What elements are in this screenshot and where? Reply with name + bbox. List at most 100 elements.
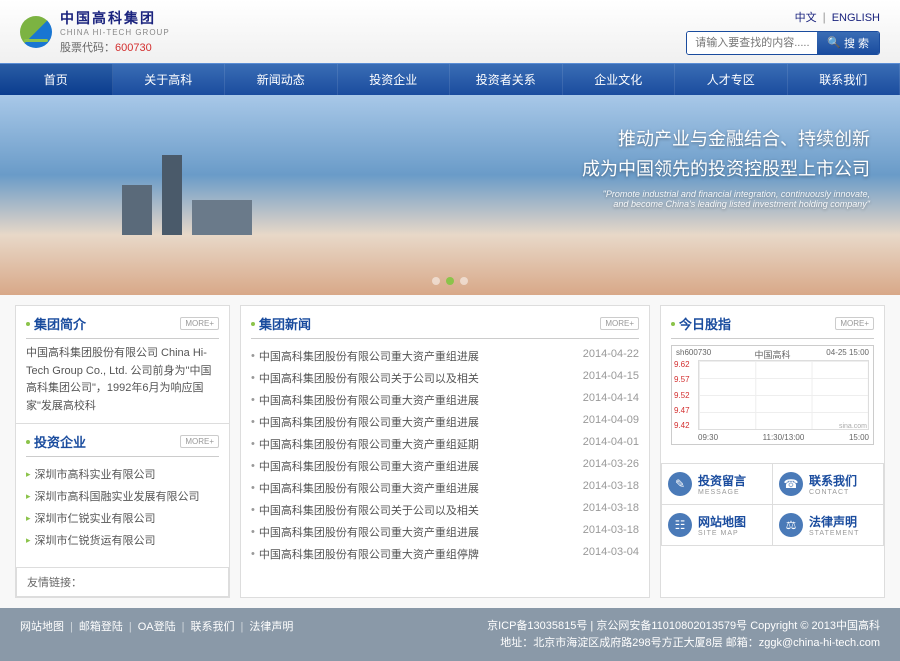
footer: 网站地图|邮箱登陆|OA登陆|联系我们|法律声明 京ICP备13035815号 … <box>0 608 900 661</box>
chart-y-axis: 9.629.579.529.479.42 <box>674 360 690 430</box>
news-item[interactable]: 中国高科集团股份有限公司重大资产重组进展 2014-04-22 <box>251 345 639 367</box>
logo-text-cn: 中国高科集团 <box>60 8 170 28</box>
news-item[interactable]: 中国高科集团股份有限公司重大资产重组进展 2014-03-26 <box>251 455 639 477</box>
stock-more-button[interactable]: MORE+ <box>835 317 874 330</box>
footer-link[interactable]: 联系我们 <box>190 621 234 633</box>
carousel-dot[interactable] <box>446 277 454 285</box>
invest-title: 投资企业 <box>26 432 86 451</box>
news-item[interactable]: 中国高科集团股份有限公司重大资产重组延期 2014-04-01 <box>251 433 639 455</box>
search-input[interactable] <box>687 32 817 54</box>
friend-links[interactable]: 友情链接： <box>16 567 229 597</box>
search-button[interactable]: 🔍搜 索 <box>817 32 879 54</box>
intro-section: 集团简介 MORE+ 中国高科集团股份有限公司 China Hi-Tech Gr… <box>16 306 229 423</box>
news-section: 集团新闻 MORE+ 中国高科集团股份有限公司重大资产重组进展 2014-04-2… <box>241 306 649 573</box>
logo-text-en: CHINA HI-TECH GROUP <box>60 28 170 37</box>
nav-culture[interactable]: 企业文化 <box>563 64 676 95</box>
news-item-date: 2014-04-14 <box>583 392 639 408</box>
news-item-date: 2014-04-01 <box>583 436 639 452</box>
stock-code: 股票代码：600730 <box>60 39 170 55</box>
news-item[interactable]: 中国高科集团股份有限公司关于公司以及相关 2014-03-18 <box>251 499 639 521</box>
footer-link[interactable]: 邮箱登陆 <box>79 621 123 633</box>
news-item-title: 中国高科集团股份有限公司重大资产重组进展 <box>251 414 479 430</box>
news-item[interactable]: 中国高科集团股份有限公司重大资产重组进展 2014-04-14 <box>251 389 639 411</box>
news-item-title: 中国高科集团股份有限公司关于公司以及相关 <box>251 370 479 386</box>
news-item-date: 2014-03-18 <box>583 502 639 518</box>
nav-contact[interactable]: 联系我们 <box>788 64 900 95</box>
invest-item[interactable]: 深圳市仁锐货运有限公司 <box>26 529 219 551</box>
chart-source: sina.com <box>839 423 867 430</box>
news-item-date: 2014-03-04 <box>583 546 639 562</box>
news-item[interactable]: 中国高科集团股份有限公司关于公司以及相关 2014-04-15 <box>251 367 639 389</box>
news-item-title: 中国高科集团股份有限公司重大资产重组进展 <box>251 392 479 408</box>
nav-investor-relations[interactable]: 投资者关系 <box>450 64 563 95</box>
quick-link-icon: ⚖ <box>779 513 803 537</box>
chart-time: 04-25 15:00 <box>826 348 869 357</box>
stock-title: 今日股指 <box>671 314 731 333</box>
quick-link-icon: ☷ <box>668 513 692 537</box>
news-item-date: 2014-04-09 <box>583 414 639 430</box>
news-item-title: 中国高科集团股份有限公司重大资产重组进展 <box>251 348 479 364</box>
main-nav: 首页 关于高科 新闻动态 投资企业 投资者关系 企业文化 人才专区 联系我们 <box>0 63 900 95</box>
quick-links: ✎投资留言MESSAGE☎联系我们CONTACT☷网站地图SITE MAP⚖法律… <box>661 463 884 546</box>
banner-text: 推动产业与金融结合、持续创新 成为中国领先的投资控股型上市公司 "Promote… <box>582 125 870 209</box>
news-item-title: 中国高科集团股份有限公司重大资产重组延期 <box>251 436 479 452</box>
invest-item[interactable]: 深圳市仁锐实业有限公司 <box>26 507 219 529</box>
stock-section: 今日股指 MORE+ sh600730 中国高科 04-25 15:00 9.6… <box>661 306 884 453</box>
footer-link[interactable]: OA登陆 <box>138 621 176 633</box>
quick-link-icon: ☎ <box>779 472 803 496</box>
search-box: 🔍搜 索 <box>686 31 880 55</box>
quick-link[interactable]: ☷网站地图SITE MAP <box>662 505 772 545</box>
lang-cn-link[interactable]: 中文 <box>795 12 817 24</box>
quick-link[interactable]: ☎联系我们CONTACT <box>773 464 883 504</box>
intro-title: 集团简介 <box>26 314 86 333</box>
search-icon: 🔍 <box>827 36 841 49</box>
intro-text: 中国高科集团股份有限公司 China Hi-Tech Group Co., Lt… <box>26 345 219 415</box>
footer-link[interactable]: 网站地图 <box>20 621 64 633</box>
invest-item[interactable]: 深圳市高科实业有限公司 <box>26 463 219 485</box>
nav-news[interactable]: 新闻动态 <box>225 64 338 95</box>
news-item-date: 2014-03-26 <box>583 458 639 474</box>
footer-links: 网站地图|邮箱登陆|OA登陆|联系我们|法律声明 <box>20 618 293 651</box>
chart-code: sh600730 <box>676 348 711 357</box>
news-item-title: 中国高科集团股份有限公司重大资产重组进展 <box>251 458 479 474</box>
carousel-dot[interactable] <box>432 277 440 285</box>
invest-item[interactable]: 深圳市高科国融实业发展有限公司 <box>26 485 219 507</box>
nav-talent[interactable]: 人才专区 <box>675 64 788 95</box>
chart-x-axis: 09:3011:30/13:0015:00 <box>698 433 869 442</box>
news-item-date: 2014-03-18 <box>583 480 639 496</box>
news-item-title: 中国高科集团股份有限公司重大资产重组停牌 <box>251 546 479 562</box>
news-item-date: 2014-03-18 <box>583 524 639 540</box>
nav-home[interactable]: 首页 <box>0 64 113 95</box>
chart-grid <box>698 360 869 430</box>
news-title: 集团新闻 <box>251 314 311 333</box>
stock-chart: sh600730 中国高科 04-25 15:00 9.629.579.529.… <box>671 345 874 445</box>
news-item-title: 中国高科集团股份有限公司关于公司以及相关 <box>251 502 479 518</box>
news-item[interactable]: 中国高科集团股份有限公司重大资产重组进展2014-03-18 <box>251 521 639 543</box>
top-bar: 中国高科集团 CHINA HI-TECH GROUP 股票代码：600730 中… <box>0 0 900 63</box>
footer-info: 京ICP备13035815号 | 京公网安备11010802013579号 Co… <box>487 618 880 651</box>
hero-banner: 推动产业与金融结合、持续创新 成为中国领先的投资控股型上市公司 "Promote… <box>0 95 900 295</box>
news-item-title: 中国高科集团股份有限公司重大资产重组进展 <box>251 480 479 496</box>
news-item-date: 2014-04-22 <box>583 348 639 364</box>
invest-section: 投资企业 MORE+ 深圳市高科实业有限公司 深圳市高科国融实业发展有限公司 深… <box>16 423 229 559</box>
nav-invest[interactable]: 投资企业 <box>338 64 451 95</box>
news-item-date: 2014-04-15 <box>583 370 639 386</box>
footer-link[interactable]: 法律声明 <box>249 621 293 633</box>
quick-link[interactable]: ⚖法律声明STATEMENT <box>773 505 883 545</box>
news-more-button[interactable]: MORE+ <box>600 317 639 330</box>
language-links: 中文|ENGLISH <box>795 9 880 25</box>
carousel-dot[interactable] <box>460 277 468 285</box>
lang-en-link[interactable]: ENGLISH <box>832 12 880 24</box>
quick-link[interactable]: ✎投资留言MESSAGE <box>662 464 772 504</box>
banner-skyline-graphic <box>162 155 182 235</box>
invest-more-button[interactable]: MORE+ <box>180 435 219 448</box>
news-item[interactable]: 中国高科集团股份有限公司重大资产重组进展 2014-04-09 <box>251 411 639 433</box>
carousel-dots <box>432 277 468 285</box>
news-item[interactable]: 中国高科集团股份有限公司重大资产重组进展 2014-03-18 <box>251 477 639 499</box>
nav-about[interactable]: 关于高科 <box>113 64 226 95</box>
logo-icon <box>20 16 52 48</box>
news-item[interactable]: 中国高科集团股份有限公司重大资产重组停牌 2014-03-04 <box>251 543 639 565</box>
intro-more-button[interactable]: MORE+ <box>180 317 219 330</box>
quick-link-icon: ✎ <box>668 472 692 496</box>
logo-area: 中国高科集团 CHINA HI-TECH GROUP 股票代码：600730 <box>20 8 170 55</box>
